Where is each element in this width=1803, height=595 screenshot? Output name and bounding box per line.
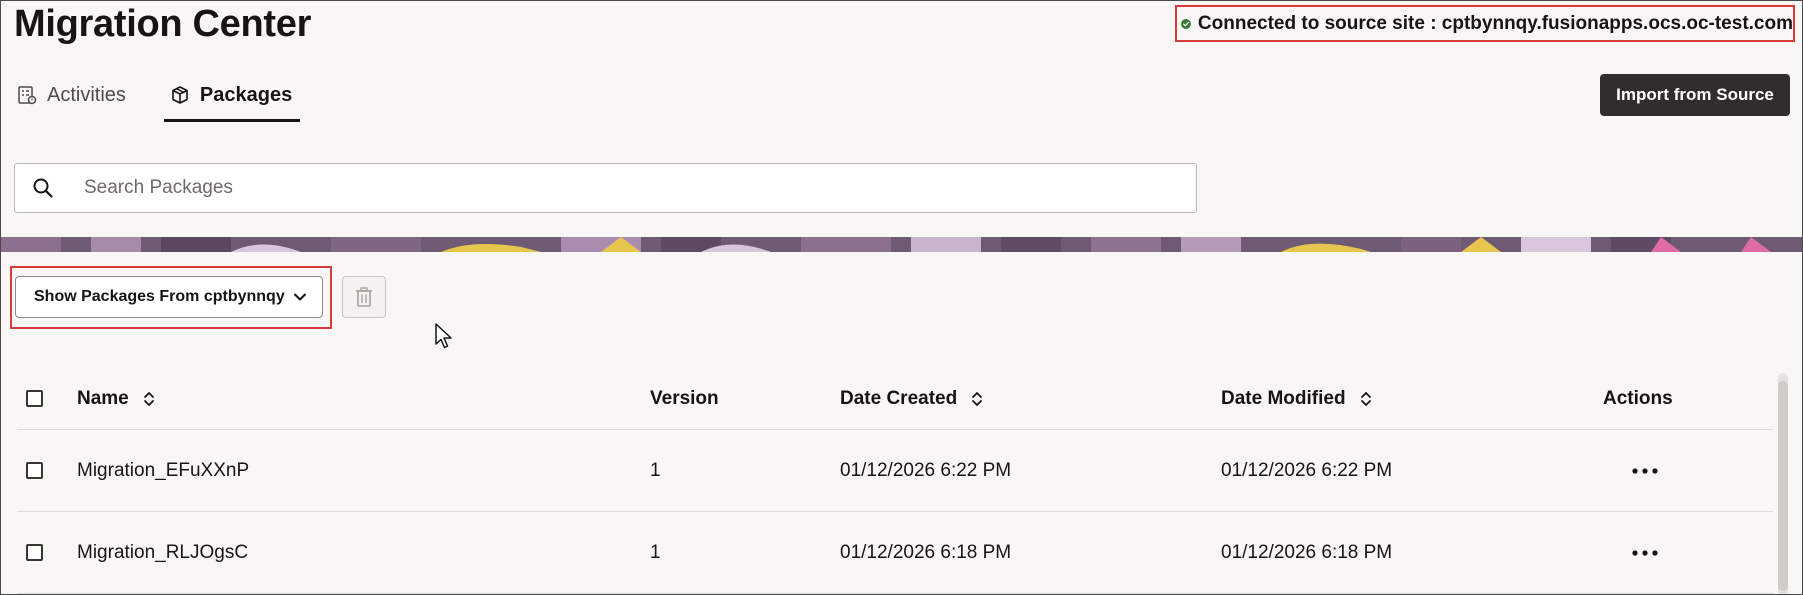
- row-select-cell: [26, 430, 43, 511]
- row-actions-cell: [1603, 430, 1659, 511]
- tab-activities[interactable]: Activities: [1, 71, 140, 119]
- package-icon: [172, 86, 188, 104]
- search-input[interactable]: [82, 176, 1136, 200]
- check-circle-icon: [1181, 18, 1191, 29]
- table-row: Migration_EFuXXnP 1 01/12/2026 6:22 PM 0…: [17, 430, 1773, 512]
- tab-packages-label: Packages: [199, 83, 293, 106]
- column-header-date-created-label: Date Created: [840, 387, 958, 409]
- sort-icon[interactable]: [1359, 390, 1373, 408]
- table-row: Migration_RLJOgsC 1 01/12/2026 6:18 PM 0…: [17, 512, 1773, 594]
- show-packages-label: Show Packages From cptbynnqy: [34, 288, 285, 305]
- package-date-modified: 01/12/2026 6:18 PM: [1221, 541, 1393, 563]
- column-header-name-label: Name: [77, 387, 129, 409]
- package-name: Migration_RLJOgsC: [77, 541, 249, 563]
- row-actions-cell: [1603, 512, 1659, 593]
- delete-button[interactable]: [342, 276, 386, 318]
- column-header-date-created[interactable]: Date Created: [840, 368, 984, 429]
- scrollbar-thumb[interactable]: [1778, 381, 1788, 591]
- table-header-row: Name Version Date Created Date Modified: [17, 368, 1773, 430]
- sort-icon[interactable]: [970, 390, 984, 408]
- import-from-source-button[interactable]: Import from Source: [1600, 74, 1790, 116]
- chevron-down-icon: [294, 293, 306, 301]
- tab-activities-label: Activities: [47, 83, 126, 106]
- trash-icon: [356, 287, 372, 307]
- connection-status: Connected to source site : cptbynnqy.fus…: [1175, 5, 1795, 42]
- row-checkbox[interactable]: [26, 462, 43, 479]
- column-header-date-modified-label: Date Modified: [1221, 387, 1346, 409]
- column-header-date-modified[interactable]: Date Modified: [1221, 368, 1373, 429]
- more-options-icon[interactable]: [1631, 549, 1659, 557]
- package-version: 1: [650, 459, 661, 481]
- select-all-cell: [26, 368, 43, 429]
- search-box[interactable]: [14, 163, 1197, 213]
- column-header-version: Version: [650, 387, 719, 409]
- select-all-checkbox[interactable]: [26, 390, 43, 407]
- package-date-created: 01/12/2026 6:18 PM: [840, 541, 1012, 563]
- package-name: Migration_EFuXXnP: [77, 459, 250, 481]
- migration-center-page: Migration Center Connected to source sit…: [0, 0, 1803, 595]
- search-icon: [33, 178, 53, 198]
- mouse-cursor-icon: [435, 323, 452, 349]
- tab-packages[interactable]: Packages: [156, 71, 306, 122]
- more-options-icon[interactable]: [1631, 467, 1659, 475]
- row-checkbox[interactable]: [26, 544, 43, 561]
- decorative-banner: [1, 237, 1802, 252]
- activities-icon: [18, 86, 37, 105]
- package-version: 1: [650, 541, 661, 563]
- connection-status-text: Connected to source site : cptbynnqy.fus…: [1197, 12, 1793, 34]
- package-date-created: 01/12/2026 6:22 PM: [840, 459, 1012, 481]
- show-packages-dropdown[interactable]: Show Packages From cptbynnqy: [15, 276, 323, 318]
- column-header-name[interactable]: Name: [77, 368, 156, 429]
- packages-table: Name Version Date Created Date Modified: [17, 368, 1773, 594]
- page-title: Migration Center: [14, 3, 312, 45]
- tab-bar: Activities Packages: [1, 71, 322, 125]
- column-header-actions: Actions: [1603, 387, 1673, 409]
- sort-icon[interactable]: [142, 390, 156, 408]
- row-select-cell: [26, 512, 43, 593]
- package-date-modified: 01/12/2026 6:22 PM: [1221, 459, 1393, 481]
